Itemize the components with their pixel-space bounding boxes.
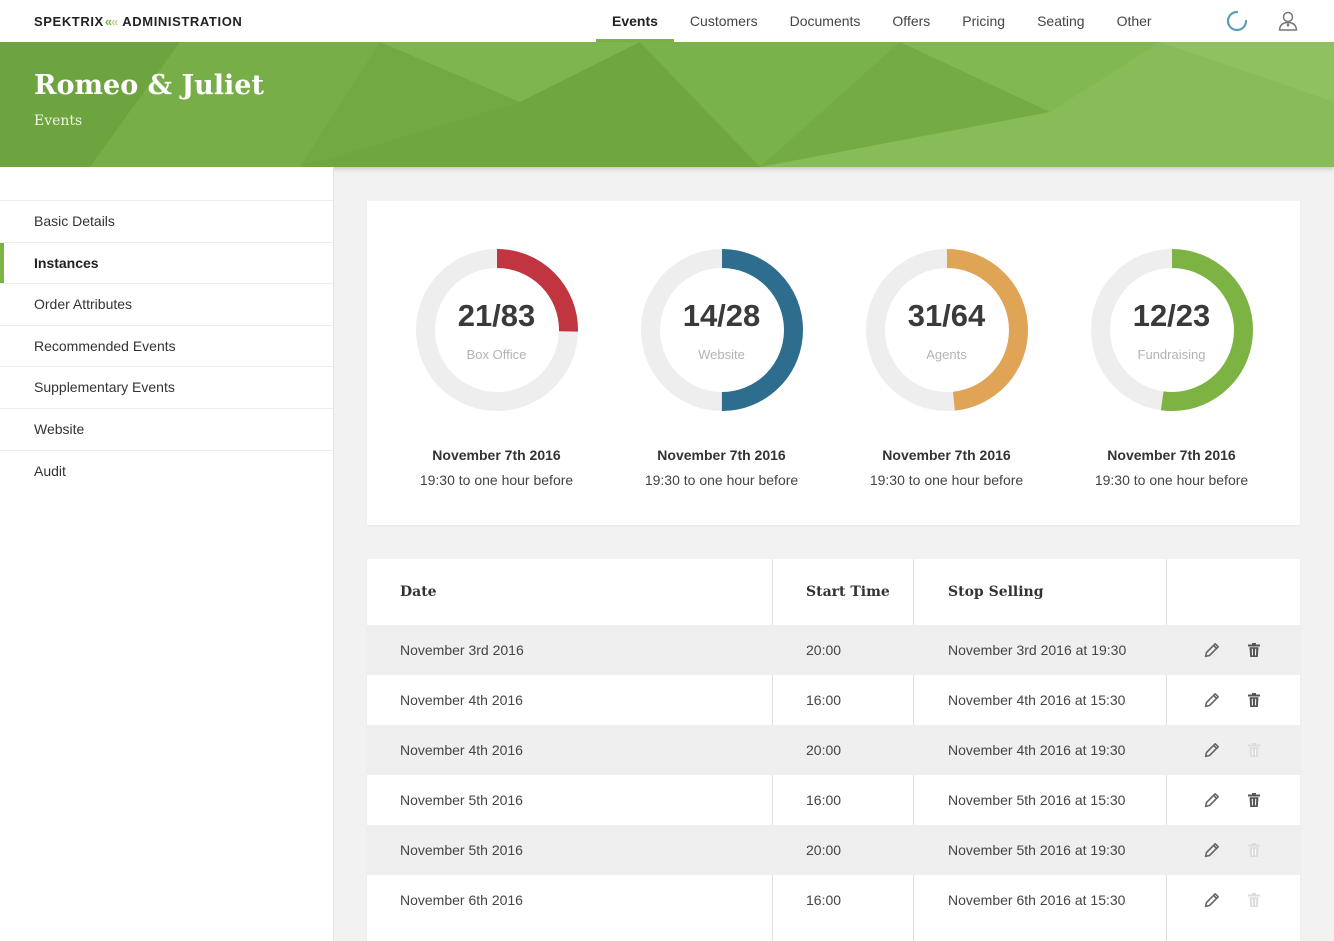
brand-mark-icon: « (104, 14, 112, 29)
instance-stop-selling: November 5th 2016 at 19:30 (948, 842, 1126, 858)
allocation-fundraising: 12/23 Fundraising November 7th 2016 19:3… (1059, 201, 1284, 525)
page-subtitle: Events (34, 113, 83, 129)
delete-trash-icon[interactable] (1246, 792, 1262, 808)
table-row[interactable]: November 4th 2016 20:00 November 4th 2016 … (367, 725, 1300, 775)
sidebar-item-audit[interactable]: Audit (0, 449, 333, 492)
allocation-box-office: 21/83 Box Office November 7th 2016 19:30… (384, 201, 609, 525)
nav-item-other[interactable]: Other (1101, 0, 1168, 42)
loading-spinner-icon (1226, 10, 1248, 32)
sidebar-menu: Basic Details Instances Order Attributes… (0, 200, 333, 491)
sidebar-item-recommended-events[interactable]: Recommended Events (0, 324, 333, 367)
delete-trash-icon[interactable] (1246, 692, 1262, 708)
brand-logo[interactable]: SPEKTRIX « « ADMINISTRATION (34, 14, 242, 29)
allocation-label: Box Office (466, 347, 527, 362)
instance-start-time: 20:00 (806, 842, 842, 858)
instance-stop-selling: November 5th 2016 at 15:30 (948, 792, 1126, 808)
allocation-website: 14/28 Website November 7th 2016 19:30 to… (609, 201, 834, 525)
edit-pencil-icon[interactable] (1204, 692, 1220, 708)
nav-item-documents[interactable]: Documents (774, 0, 877, 42)
instance-stop-selling: November 3rd 2016 at 19:30 (948, 642, 1127, 658)
edit-pencil-icon[interactable] (1204, 642, 1220, 658)
sidebar-item-basic-details[interactable]: Basic Details (0, 200, 333, 242)
nav-item-pricing[interactable]: Pricing (946, 0, 1021, 42)
column-header-date[interactable]: Date (400, 559, 437, 625)
nav-item-customers[interactable]: Customers (674, 0, 774, 42)
brand-mark-icon-secondary: « (111, 14, 119, 29)
allocation-summary-card: 21/83 Box Office November 7th 2016 19:30… (367, 201, 1300, 525)
allocation-time: 19:30 to one hour before (869, 472, 1024, 488)
table-row[interactable]: November 3rd 2016 20:00 November 3rd 2016 … (367, 625, 1300, 675)
allocation-date: November 7th 2016 (657, 447, 786, 463)
table-row[interactable]: November 4th 2016 16:00 November 4th 2016 … (367, 675, 1300, 725)
sidebar-item-order-attributes[interactable]: Order Attributes (0, 283, 333, 325)
top-navigation-bar: SPEKTRIX « « ADMINISTRATION Events Custo… (0, 0, 1334, 42)
delete-trash-icon (1246, 842, 1262, 858)
instance-date: November 5th 2016 (400, 842, 523, 858)
instance-start-time: 16:00 (806, 892, 842, 908)
instance-date: November 6th 2016 (400, 892, 523, 908)
allocation-label: Website (698, 347, 745, 362)
instance-date: November 4th 2016 (400, 742, 523, 758)
allocation-date: November 7th 2016 (1107, 447, 1236, 463)
allocation-count: 31/64 (907, 298, 986, 333)
allocation-label: Agents (926, 347, 967, 362)
edit-pencil-icon[interactable] (1204, 892, 1220, 908)
main-nav: Events Customers Documents Offers Pricin… (596, 0, 1168, 42)
banner-pattern (0, 42, 1334, 167)
user-account-icon[interactable] (1277, 10, 1299, 32)
instance-start-time: 16:00 (806, 792, 842, 808)
edit-pencil-icon[interactable] (1204, 792, 1220, 808)
table-row[interactable]: November 6th 2016 16:00 November 6th 2016 … (367, 875, 1300, 925)
allocation-time: 19:30 to one hour before (1094, 472, 1249, 488)
allocation-count: 21/83 (457, 298, 536, 333)
allocation-count: 14/28 (682, 298, 761, 333)
instances-table: Date Start Time Stop Selling November 3r… (367, 559, 1300, 941)
edit-pencil-icon[interactable] (1204, 742, 1220, 758)
instance-start-time: 20:00 (806, 742, 842, 758)
instance-stop-selling: November 6th 2016 at 15:30 (948, 892, 1126, 908)
instance-stop-selling: November 4th 2016 at 19:30 (948, 742, 1126, 758)
allocation-count: 12/23 (1132, 298, 1211, 333)
instance-date: November 3rd 2016 (400, 642, 524, 658)
event-header-banner: Romeo & Juliet Events (0, 42, 1334, 167)
delete-trash-icon (1246, 742, 1262, 758)
instance-date: November 4th 2016 (400, 692, 523, 708)
instance-stop-selling: November 4th 2016 at 15:30 (948, 692, 1126, 708)
delete-trash-icon[interactable] (1246, 642, 1262, 658)
table-row[interactable]: November 5th 2016 16:00 November 5th 2016 … (367, 775, 1300, 825)
instance-date: November 5th 2016 (400, 792, 523, 808)
sidebar: Basic Details Instances Order Attributes… (0, 167, 334, 941)
brand-name: SPEKTRIX (34, 14, 104, 29)
delete-trash-icon (1246, 892, 1262, 908)
allocation-time: 19:30 to one hour before (644, 472, 799, 488)
allocation-label: Fundraising (1137, 347, 1206, 362)
allocation-date: November 7th 2016 (882, 447, 1011, 463)
sidebar-item-supplementary-events[interactable]: Supplementary Events (0, 366, 333, 408)
allocation-time: 19:30 to one hour before (419, 472, 574, 488)
instance-start-time: 20:00 (806, 642, 842, 658)
table-row[interactable]: November 5th 2016 20:00 November 5th 2016 … (367, 825, 1300, 875)
sidebar-item-instances[interactable]: Instances (0, 241, 333, 284)
table-header: Date Start Time Stop Selling (367, 559, 1300, 625)
column-header-start-time[interactable]: Start Time (806, 559, 890, 625)
brand-section: ADMINISTRATION (122, 14, 243, 29)
column-header-stop-selling[interactable]: Stop Selling (948, 559, 1044, 625)
allocation-agents: 31/64 Agents November 7th 2016 19:30 to … (834, 201, 1059, 525)
nav-item-seating[interactable]: Seating (1021, 0, 1100, 42)
instance-start-time: 16:00 (806, 692, 842, 708)
nav-item-events[interactable]: Events (596, 0, 674, 42)
edit-pencil-icon[interactable] (1204, 842, 1220, 858)
page-title: Romeo & Juliet (34, 70, 264, 101)
nav-item-offers[interactable]: Offers (876, 0, 946, 42)
allocation-date: November 7th 2016 (432, 447, 561, 463)
sidebar-item-website[interactable]: Website (0, 407, 333, 450)
